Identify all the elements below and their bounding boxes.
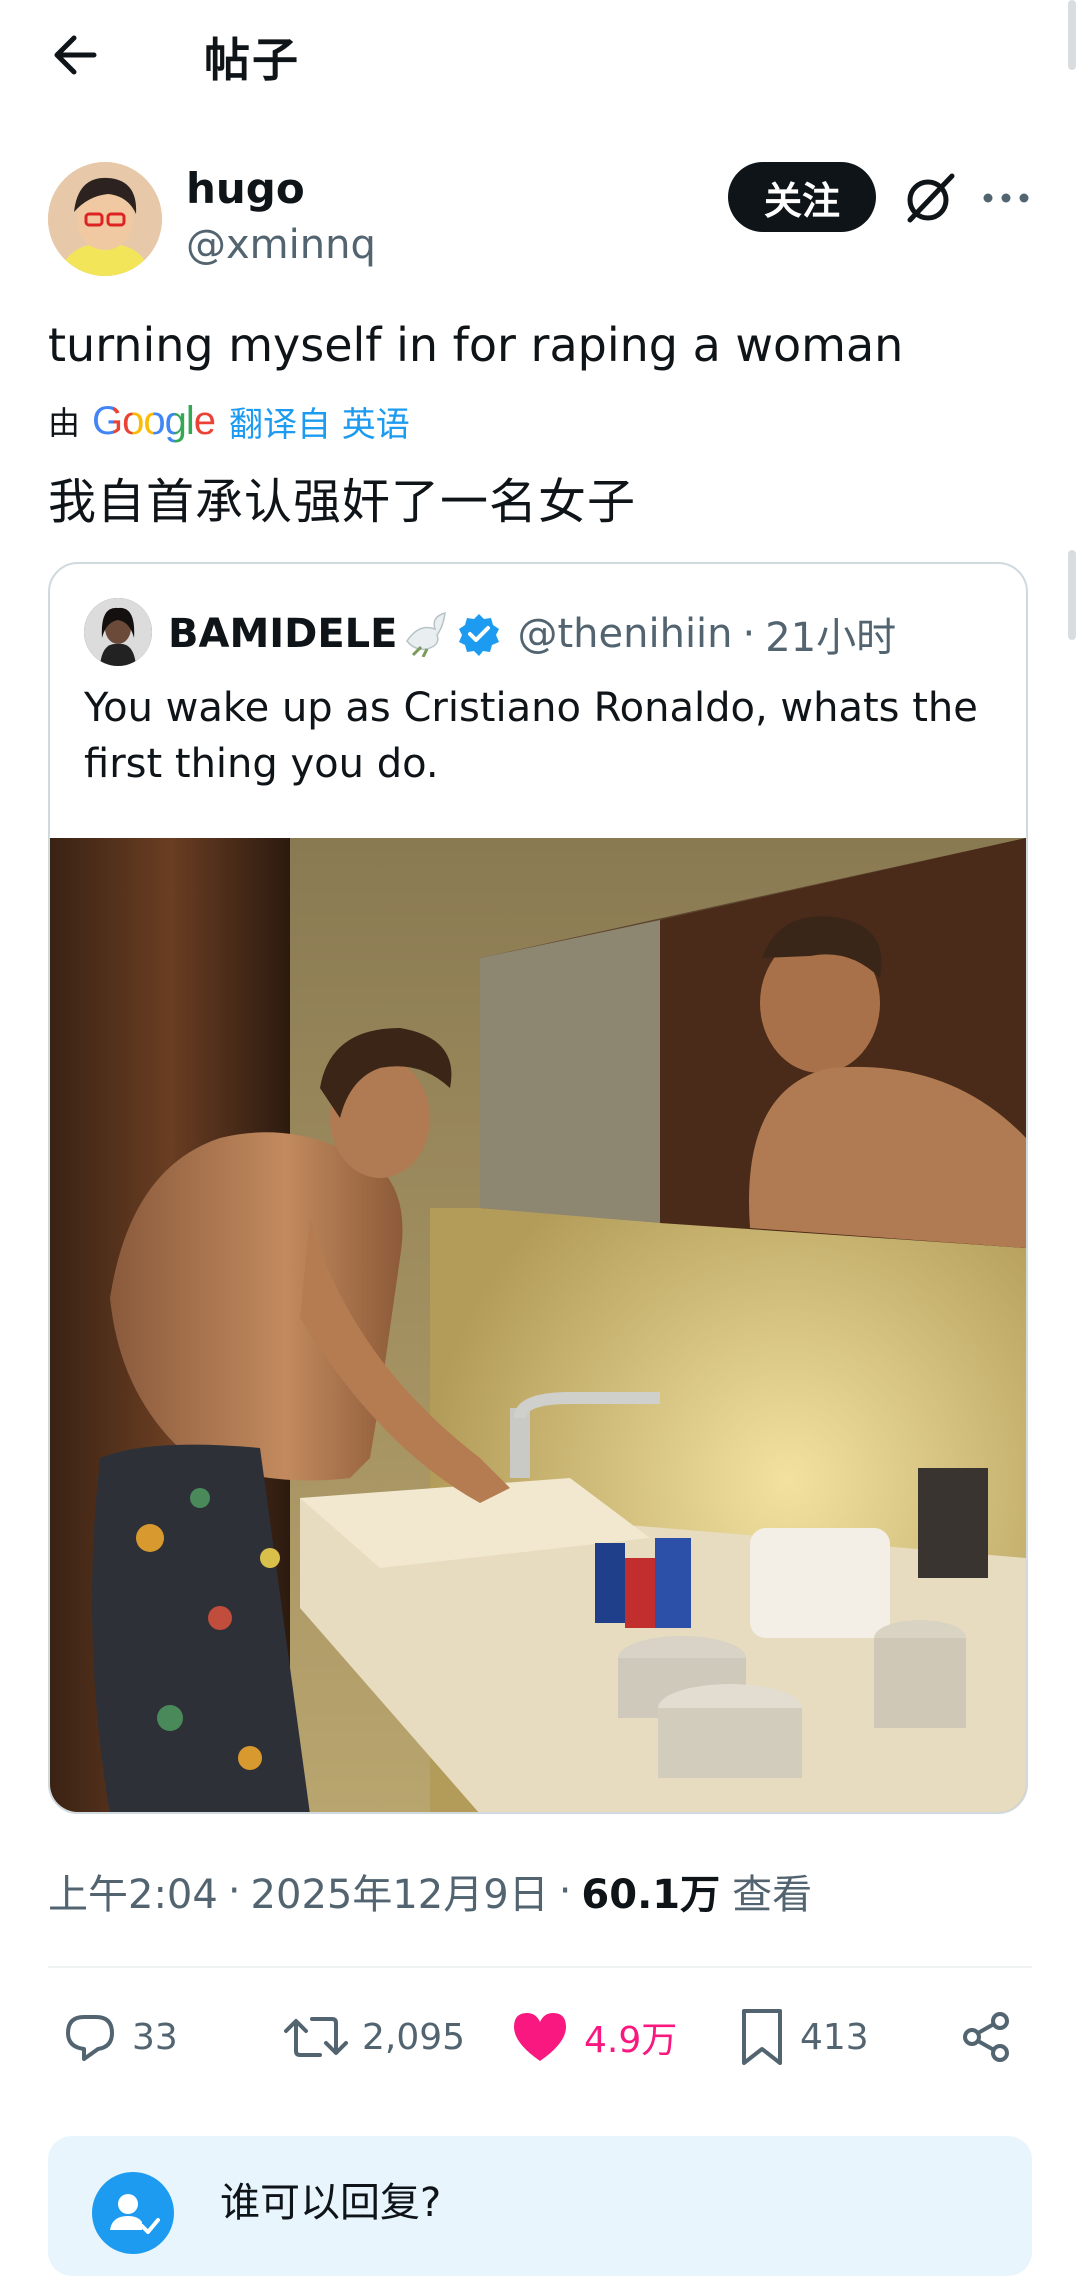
- views-count[interactable]: 60.1万: [581, 1862, 720, 1920]
- author-display-name[interactable]: hugo: [186, 164, 305, 213]
- follow-button[interactable]: 关注: [728, 162, 876, 232]
- quoted-display-name[interactable]: BAMIDELE: [168, 611, 397, 657]
- post-time: 上午2:04: [48, 1872, 218, 1918]
- page-title: 帖子: [204, 33, 300, 87]
- author-handle[interactable]: @xminnq: [186, 222, 376, 268]
- back-arrow-icon[interactable]: [48, 28, 102, 82]
- bookmark-button[interactable]: 413: [738, 2004, 869, 2070]
- translated-from-link[interactable]: 翻译自 英语: [229, 397, 410, 446]
- grok-icon[interactable]: [902, 170, 958, 226]
- more-icon[interactable]: [980, 176, 1032, 220]
- reply-restriction-title: 谁可以回复?: [220, 2180, 442, 2226]
- top-bar: 帖子: [0, 0, 1080, 110]
- quoted-post-card[interactable]: BAMIDELE @thenihiin · 21小时 You wake up a…: [48, 562, 1028, 1814]
- quoted-post-photo[interactable]: [50, 838, 1026, 1814]
- bookmark-icon: [742, 2009, 782, 2065]
- views-label[interactable]: 查看: [732, 1862, 812, 1920]
- like-button[interactable]: 4.9万: [510, 2004, 677, 2070]
- reply-restriction-box[interactable]: 谁可以回复?: [48, 2136, 1032, 2276]
- reply-count: 33: [132, 2016, 178, 2058]
- quoted-post-text: You wake up as Cristiano Ronaldo, whats …: [84, 685, 978, 787]
- quoted-time[interactable]: 21小时: [765, 605, 896, 663]
- repost-icon: [284, 2017, 348, 2057]
- repost-button[interactable]: 2,095: [284, 2004, 465, 2070]
- post-date: 2025年12月9日: [250, 1872, 549, 1918]
- quoted-author-avatar[interactable]: [84, 598, 152, 666]
- divider: [48, 1966, 1032, 1968]
- translation-attribution[interactable]: 由 Google 翻译自 英语: [48, 396, 410, 446]
- post-meta: 上午2:04 · 2025年12月9日 · 60.1万 查看: [48, 1862, 812, 1920]
- bookmark-count: 413: [800, 2016, 869, 2058]
- meta-separator-2: ·: [558, 1868, 572, 1914]
- scrollbar-thumb[interactable]: [1068, 550, 1076, 640]
- share-button[interactable]: [958, 2004, 1028, 2070]
- share-icon: [963, 2012, 1009, 2062]
- author-avatar[interactable]: [48, 162, 162, 276]
- repost-count: 2,095: [362, 2016, 466, 2058]
- post-text: turning myself in for raping a woman: [48, 318, 904, 372]
- verified-badge-icon: [459, 614, 500, 656]
- google-logo: Google: [92, 398, 216, 443]
- like-count: 4.9万: [584, 2020, 678, 2061]
- dove-emoji-icon: [406, 611, 447, 657]
- quoted-handle[interactable]: @thenihiin: [517, 611, 732, 657]
- post-translated-text: 我自首承认强奸了一名女子: [48, 474, 637, 530]
- like-icon: [514, 2013, 566, 2061]
- translated-by-label: 由: [48, 404, 81, 442]
- meta-separator: ·: [227, 1868, 241, 1914]
- separator-dot: ·: [742, 611, 756, 657]
- reply-button[interactable]: 33: [62, 2004, 178, 2070]
- scrollbar-top[interactable]: [1068, 0, 1076, 70]
- reply-icon: [66, 2015, 114, 2061]
- quoted-post-header: BAMIDELE @thenihiin · 21小时: [168, 604, 896, 664]
